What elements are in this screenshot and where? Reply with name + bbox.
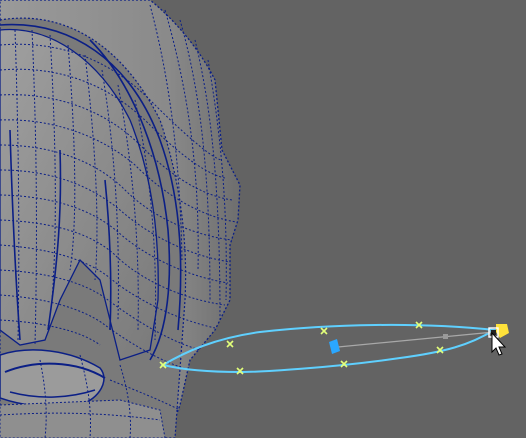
face-lower <box>0 399 166 438</box>
direction-midpoint-marker <box>443 334 448 339</box>
scene-canvas[interactable] <box>0 0 526 438</box>
maya-3d-viewport[interactable] <box>0 0 526 438</box>
